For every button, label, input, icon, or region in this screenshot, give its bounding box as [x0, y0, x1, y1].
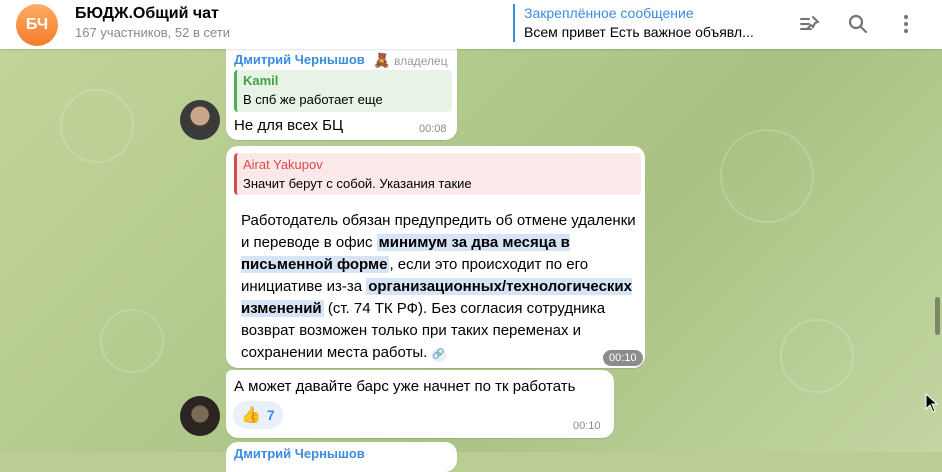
bg-doodle [720, 129, 814, 223]
chat-subtitle: 167 участников, 52 в сети [75, 25, 230, 40]
message-time: 00:08 [419, 123, 447, 135]
message-bubble[interactable]: А может давайте барс уже начнет по тк ра… [226, 370, 614, 438]
sender-name[interactable]: Дмитрий Чернышов [234, 52, 365, 67]
sender-name[interactable]: Дмитрий Чернышов [234, 446, 365, 461]
pinned-message[interactable]: Закреплённое сообщение Всем привет Есть … [513, 4, 774, 42]
message-text: Не для всех БЦ [234, 117, 344, 134]
reply-preview[interactable]: Kamil В спб же работает еще [234, 70, 452, 112]
scrollbar-thumb[interactable] [935, 297, 940, 335]
thumbs-up-icon: 👍 [241, 407, 261, 424]
link-icon[interactable]: 🔗 [431, 348, 446, 362]
reply-preview[interactable]: Airat Yakupov Значит берут с собой. Указ… [234, 153, 641, 195]
message-bubble[interactable]: Airat Yakupov Значит берут с собой. Указ… [226, 146, 645, 368]
mouse-cursor-icon [925, 392, 939, 418]
message-time: 00:10 [573, 420, 601, 432]
avatar[interactable] [180, 396, 220, 436]
message-text: А может давайте барс уже начнет по тк ра… [234, 378, 576, 395]
message-bubble[interactable]: Дмитрий Чернышов [226, 442, 457, 472]
chat-header: БЧ БЮДЖ.Общий чат 167 участников, 52 в с… [0, 0, 942, 49]
teddy-bear-icon: 🧸 [373, 52, 391, 68]
chat-title[interactable]: БЮДЖ.Общий чат [75, 5, 219, 23]
reaction-count: 7 [266, 407, 275, 423]
reaction-thumbs-up[interactable]: 👍 7 [233, 401, 283, 429]
chat-avatar[interactable]: БЧ [16, 4, 58, 46]
bg-doodle [100, 309, 164, 373]
role-badge: владелец [394, 54, 448, 68]
reply-author: Airat Yakupov [243, 157, 323, 172]
pin-list-icon[interactable] [798, 12, 822, 36]
avatar[interactable] [180, 100, 220, 140]
reply-text: В спб же работает еще [243, 92, 383, 107]
message-text: Работодатель обязан предупредить об отме… [241, 210, 636, 364]
reply-text: Значит берут с собой. Указания такие [243, 176, 472, 191]
bg-doodle [60, 89, 134, 163]
message-time: 00:10 [603, 350, 643, 366]
bg-doodle [780, 319, 854, 393]
pinned-text: Всем привет Есть важное объявл... [524, 24, 754, 40]
search-icon[interactable] [846, 12, 870, 36]
reply-author: Kamil [243, 73, 279, 88]
message-bubble[interactable]: Дмитрий Чернышов 🧸 владелец Kamil В спб … [226, 42, 457, 140]
more-vert-icon[interactable] [894, 12, 918, 36]
pinned-label: Закреплённое сообщение [524, 5, 694, 21]
